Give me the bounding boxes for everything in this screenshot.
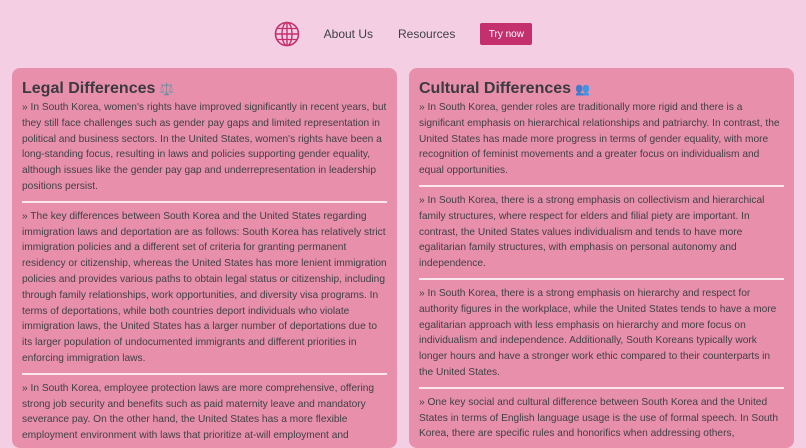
globe-icon[interactable]	[274, 21, 300, 47]
scales-icon: ⚖️	[159, 82, 175, 96]
cultural-differences-title: Cultural Differences 👥	[419, 80, 784, 98]
cultural-title-text: Cultural Differences	[419, 80, 572, 97]
nav-link-about-us[interactable]: About Us	[324, 27, 373, 41]
divider	[22, 200, 387, 203]
nav-link-resources[interactable]: Resources	[398, 27, 455, 41]
people-icon: 👥	[575, 82, 590, 96]
divider	[419, 277, 784, 280]
cultural-paragraph-language: » One key social and cultural difference…	[419, 396, 779, 440]
top-navigation: About Us Resources Try now	[0, 0, 806, 68]
divider	[419, 184, 784, 187]
try-now-button[interactable]: Try now	[480, 23, 533, 45]
divider	[419, 386, 784, 389]
cultural-differences-panel: Cultural Differences 👥 » In South Korea, …	[409, 68, 794, 448]
legal-differences-panel: Legal Differences ⚖️ » In South Korea, wo…	[12, 68, 397, 448]
divider	[22, 372, 387, 375]
cultural-paragraph-family: » In South Korea, there is a strong emph…	[419, 194, 765, 270]
legal-title-text: Legal Differences	[22, 80, 156, 97]
cultural-paragraph-gender-roles: » In South Korea, gender roles are tradi…	[419, 102, 780, 177]
legal-paragraph-employment: » In South Korea, employee protection la…	[22, 382, 375, 442]
legal-differences-title: Legal Differences ⚖️	[22, 80, 387, 98]
legal-paragraph-womens-rights: » In South Korea, women's rights have im…	[22, 102, 387, 192]
nav-inner: About Us Resources Try now	[274, 21, 533, 47]
legal-paragraph-immigration: » The key differences between South Kore…	[22, 210, 387, 364]
cultural-paragraph-workplace: » In South Korea, there is a strong emph…	[419, 287, 777, 378]
